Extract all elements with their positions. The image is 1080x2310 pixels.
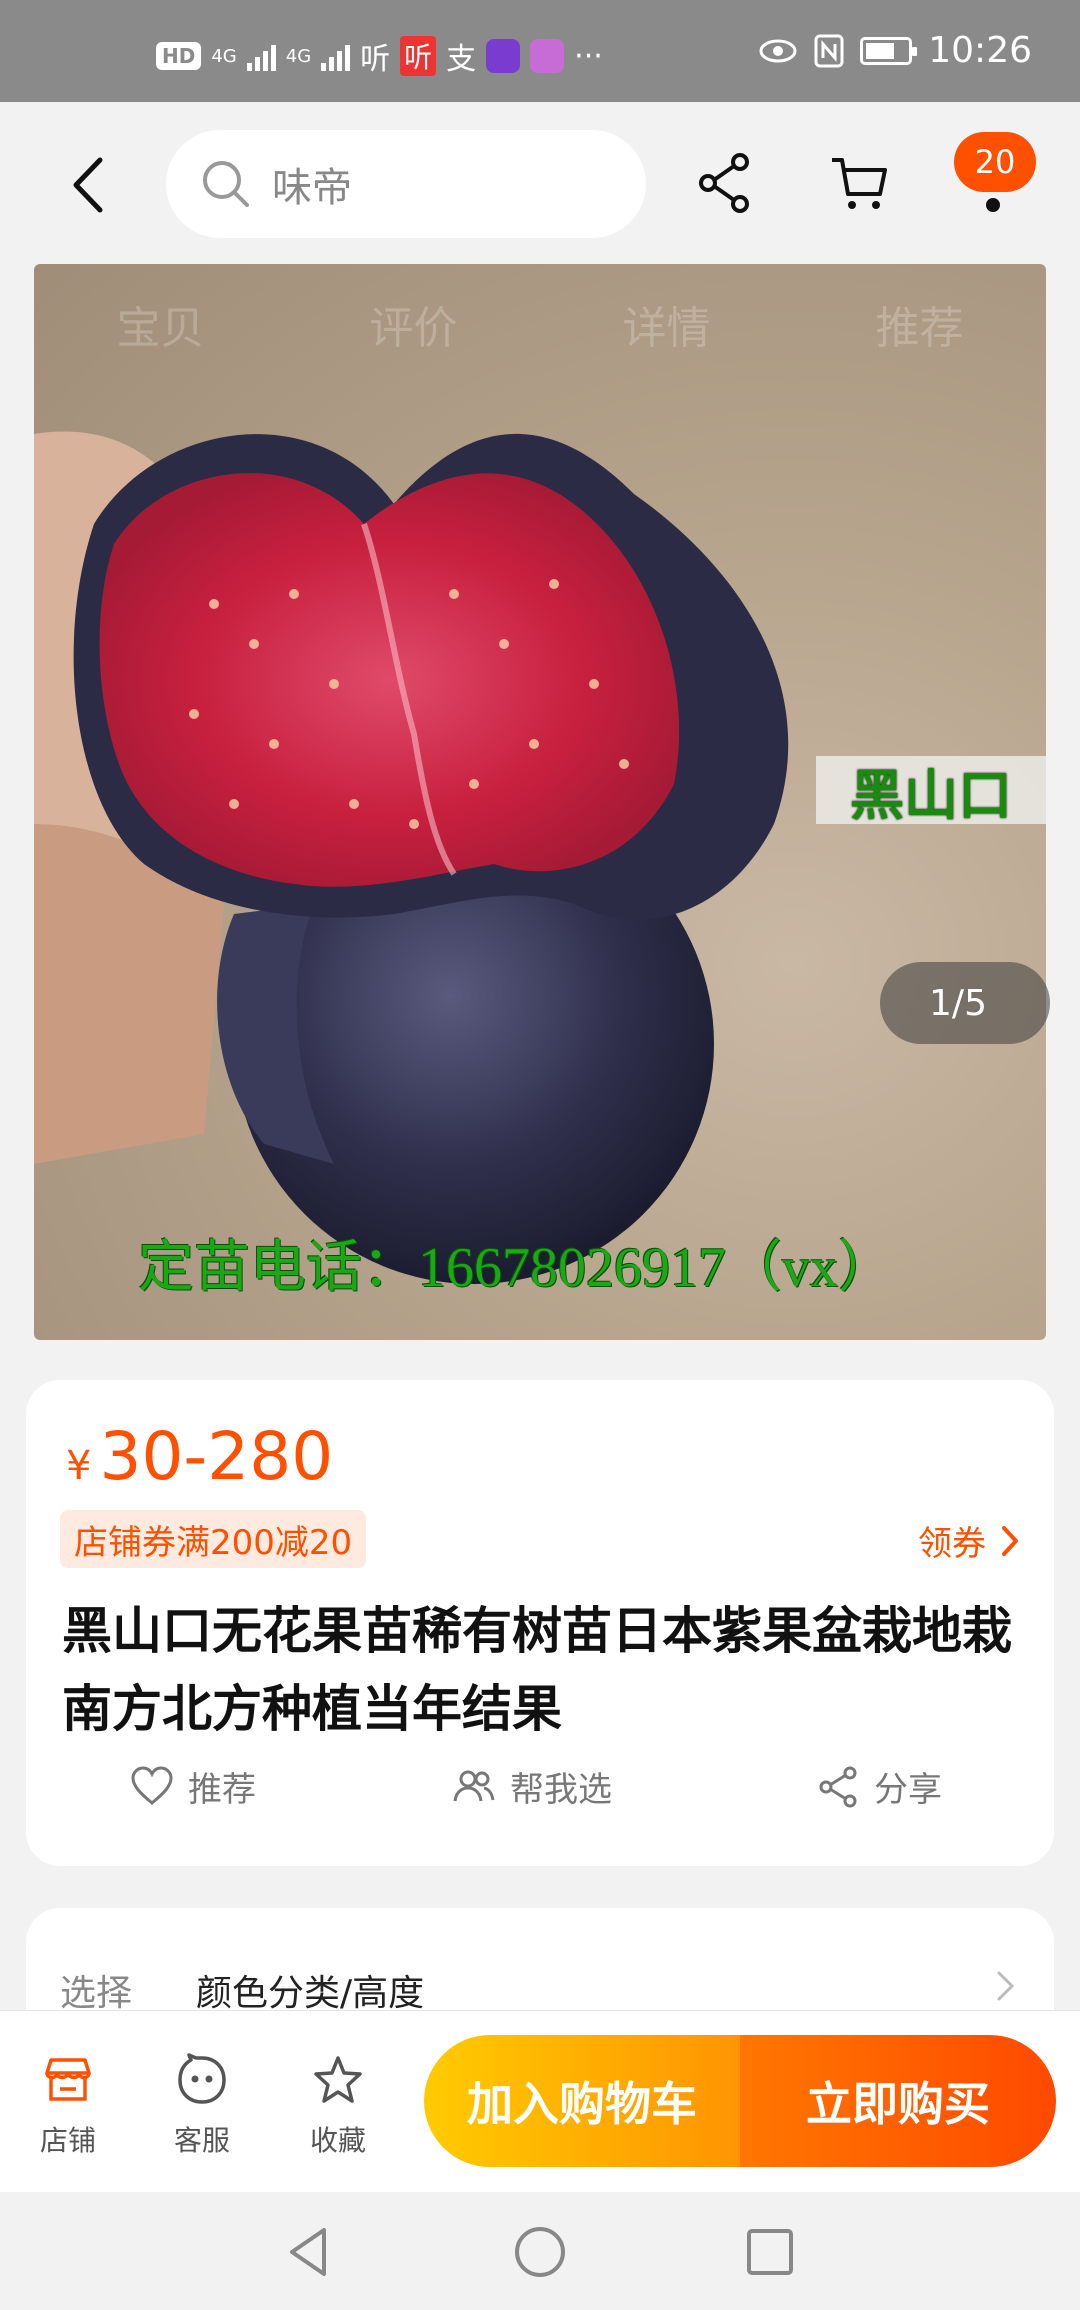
share-label: 分享 (874, 1770, 942, 1810)
share-product-button[interactable]: 分享 (816, 1762, 942, 1811)
add-to-cart-button[interactable]: 加入购物车 (424, 2035, 740, 2167)
product-image[interactable]: 宝贝 评价 详情 推荐 黑山口 定苗电话：16678026917（vx） (34, 264, 1046, 1340)
nav-back-icon[interactable] (280, 2222, 340, 2282)
buy-now-button[interactable]: 立即购买 (740, 2035, 1056, 2167)
price-value: 30-280 (99, 1418, 334, 1495)
phone-watermark: 定苗电话：16678026917（vx） (138, 1237, 894, 1299)
more-icon[interactable] (986, 198, 1000, 212)
system-nav-bar (0, 2192, 1080, 2310)
nav-recents-icon[interactable] (740, 2222, 800, 2282)
service-label: 客服 (173, 2124, 230, 2157)
message-badge[interactable]: 20 (954, 132, 1036, 192)
search-input[interactable]: 味帝 (166, 130, 646, 238)
status-right: 10:26 (758, 30, 1032, 71)
listen-app-icon-2: 听 (400, 36, 437, 76)
share-small-icon (819, 1766, 857, 1807)
share-icon[interactable] (696, 152, 752, 214)
bottom-action-bar: 店铺 客服 收藏 加入购物车 立即购买 (0, 2010, 1080, 2192)
battery-icon (860, 36, 918, 65)
tab-reviews[interactable]: 评价 (370, 292, 458, 356)
network-type-1: 4G (211, 45, 237, 67)
tab-item[interactable]: 宝贝 (117, 292, 205, 356)
chat-face-icon (178, 2053, 226, 2104)
nfc-icon (814, 34, 844, 67)
listen-app-icon: 听 (360, 42, 391, 77)
get-coupon-label: 领券 (918, 1524, 986, 1564)
chevron-right-icon (1002, 1525, 1018, 1556)
store-icon (45, 2058, 91, 2101)
cart-icon[interactable] (828, 152, 890, 214)
customer-service-button[interactable]: 客服 (152, 2053, 252, 2159)
recommend-label: 推荐 (188, 1770, 256, 1810)
recommend-button[interactable]: 推荐 (130, 1762, 256, 1811)
eye-comfort-icon (759, 39, 797, 62)
status-bar: HD 4G 4G 听 听 支 ··· 10:26 (0, 0, 1080, 102)
clock: 10:26 (928, 30, 1032, 71)
store-button[interactable]: 店铺 (18, 2053, 118, 2159)
honor-app-icon (530, 39, 565, 73)
favorite-button[interactable]: 收藏 (288, 2053, 388, 2159)
select-label: 选择 (60, 1973, 133, 2014)
hd-indicator: HD (156, 42, 202, 70)
people-icon (453, 1770, 495, 1801)
image-counter: 1/5 (880, 962, 1050, 1044)
coupon-tag: 店铺券满200减20 (60, 1510, 367, 1568)
search-placeholder: 味帝 (272, 165, 352, 211)
action-row: 推荐 帮我选 分享 (26, 1762, 1054, 1842)
photo-tabs: 宝贝 评价 详情 推荐 (34, 264, 1046, 384)
tab-details[interactable]: 详情 (623, 292, 711, 356)
heart-icon (131, 1765, 173, 1805)
favorite-label: 收藏 (309, 2124, 366, 2157)
help-choose-label: 帮我选 (510, 1770, 612, 1810)
star-icon (314, 2056, 362, 2103)
nav-home-icon[interactable] (510, 2222, 570, 2282)
tab-recommend[interactable]: 推荐 (876, 292, 964, 356)
network-type-2: 4G (285, 45, 312, 67)
chevron-right-icon (997, 1971, 1015, 2001)
search-icon (203, 161, 249, 207)
video-app-icon (486, 39, 521, 73)
back-button[interactable] (60, 152, 120, 218)
store-label: 店铺 (39, 2124, 96, 2157)
select-value: 颜色分类/高度 (196, 1973, 425, 2014)
signal-icon-2 (321, 41, 351, 71)
get-coupon-button[interactable]: 领券 (918, 1516, 1020, 1565)
more-notifications-icon: ··· (574, 38, 603, 74)
price: ¥ 30-280 (66, 1418, 333, 1495)
alipay-icon: 支 (446, 42, 477, 77)
currency-symbol: ¥ (66, 1443, 92, 1489)
help-choose-button[interactable]: 帮我选 (452, 1762, 612, 1811)
top-nav: 味帝 20 (0, 102, 1080, 264)
signal-icon (246, 41, 276, 71)
product-info-card: ¥ 30-280 店铺券满200减20 领券 黑山口无花果苗稀有树苗日本紫果盆栽… (26, 1380, 1054, 1866)
status-left: HD 4G 4G 听 听 支 ··· (156, 34, 603, 78)
product-title: 黑山口无花果苗稀有树苗日本紫果盆栽地栽南方北方种植当年结果 (62, 1602, 1012, 1738)
variety-tag: 黑山口 (816, 756, 1046, 827)
